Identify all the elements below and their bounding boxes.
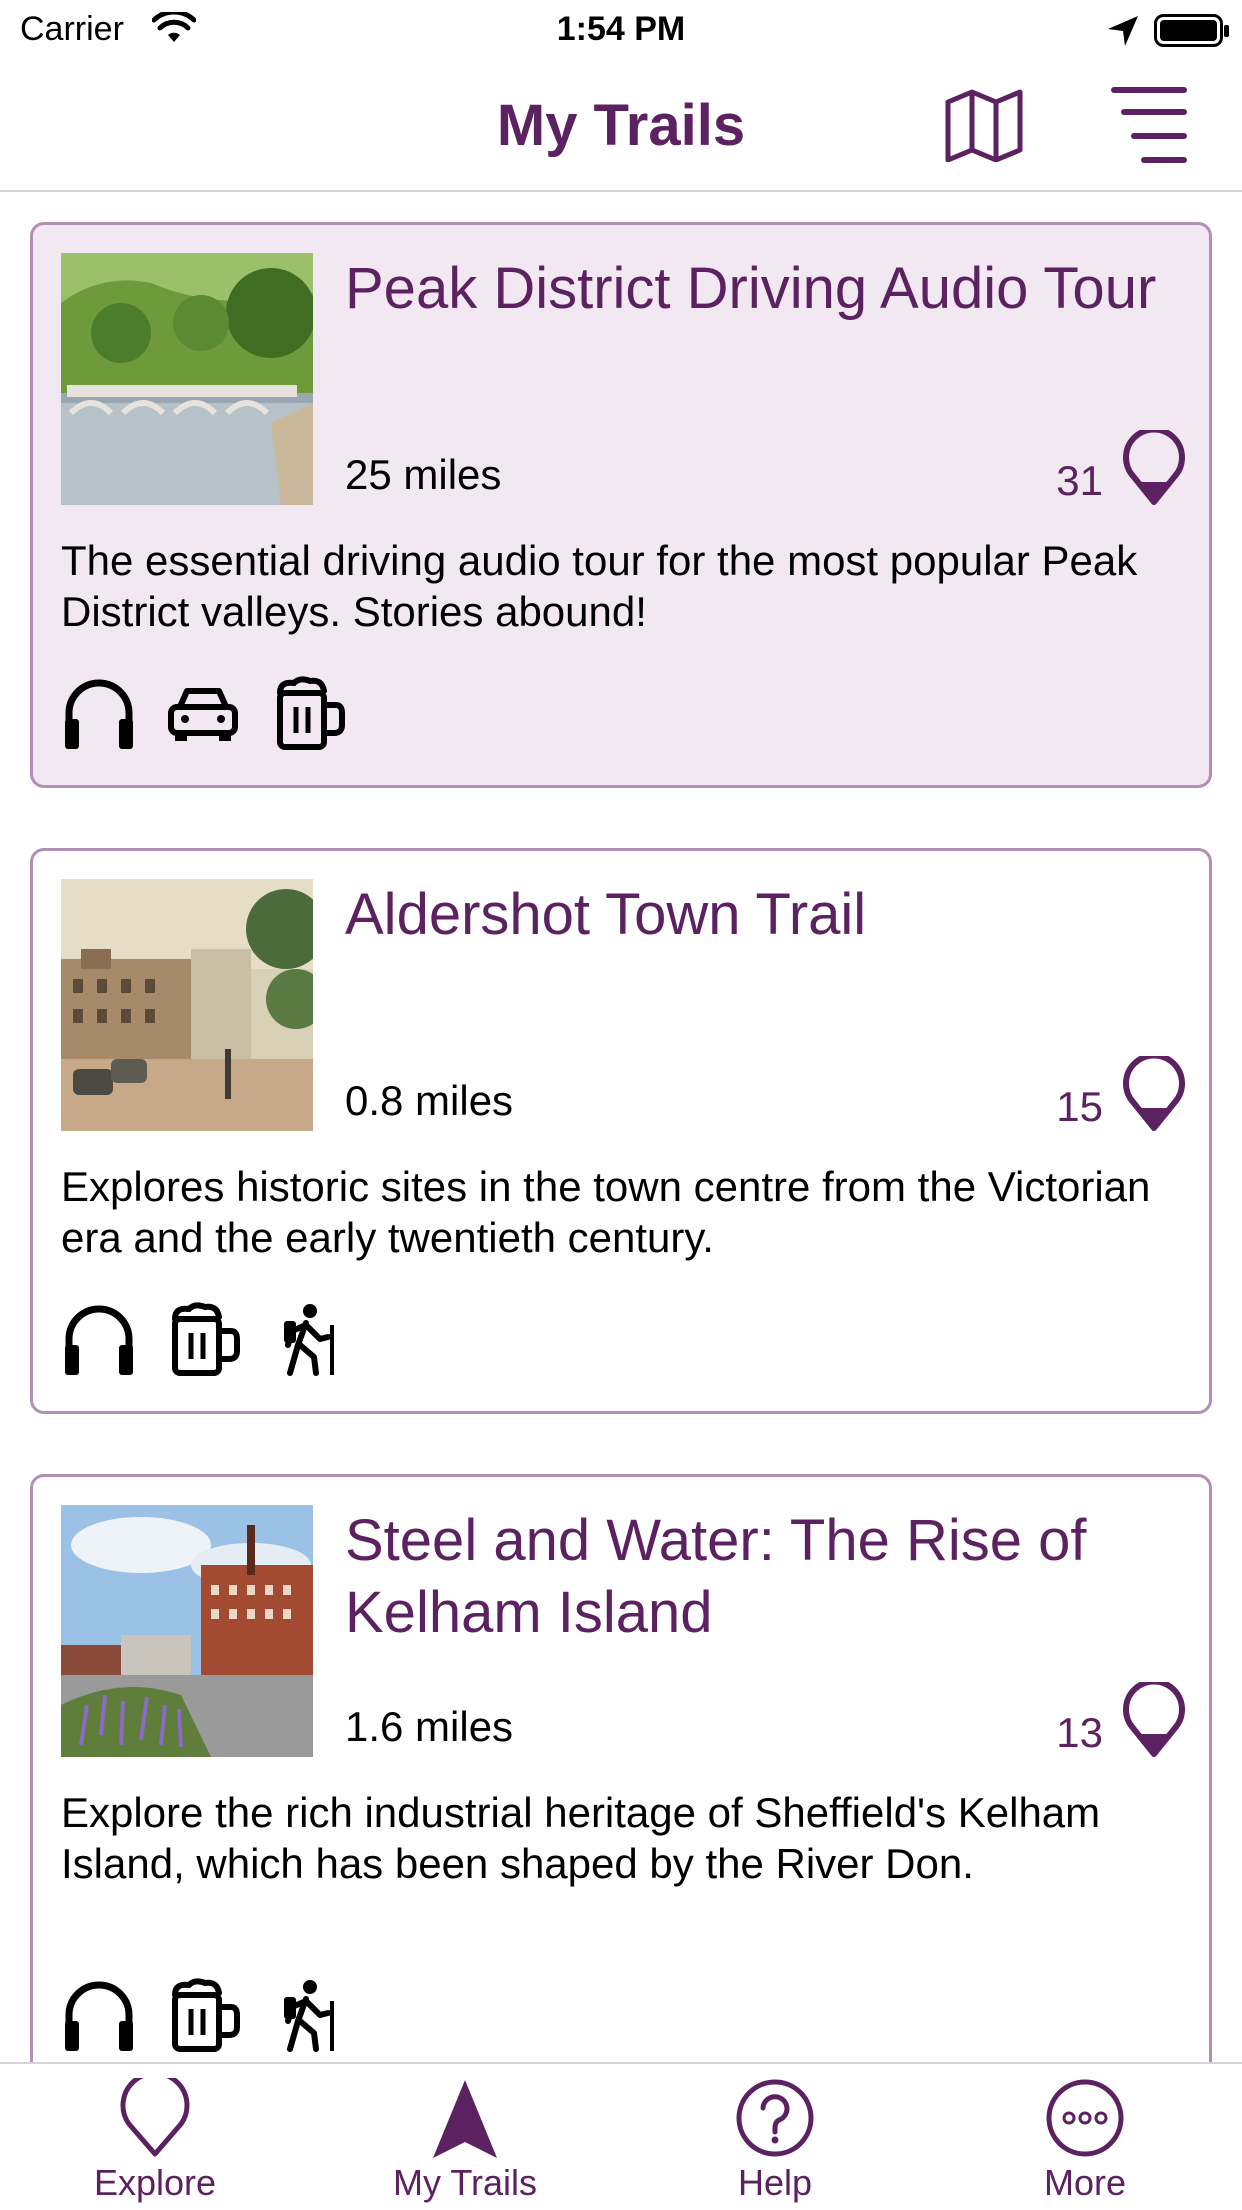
pin-outline-icon <box>120 2078 190 2157</box>
car-icon <box>165 675 241 751</box>
tab-my-trails[interactable]: My Trails <box>310 2064 620 2210</box>
trail-description: The essential driving audio tour for the… <box>61 537 1138 635</box>
trail-features <box>61 1301 370 1381</box>
trail-features <box>61 1977 370 2057</box>
hiker-icon <box>270 1977 346 2053</box>
tab-help[interactable]: Help <box>620 2064 930 2210</box>
trail-features <box>61 675 370 755</box>
headphones-icon <box>61 675 137 751</box>
location-arrow-icon <box>1106 14 1140 57</box>
trail-card[interactable]: Peak District Driving Audio Tour 25 mile… <box>30 222 1212 788</box>
headphones-icon <box>61 1977 137 2053</box>
map-pin-icon <box>1123 1052 1185 1132</box>
trail-thumbnail <box>61 253 313 505</box>
trail-card[interactable]: Aldershot Town Trail 0.8 miles 15 Explor… <box>30 848 1212 1414</box>
navigation-arrow-icon <box>433 2080 497 2158</box>
beer-mug-icon <box>165 1977 241 2053</box>
tab-more-label: More <box>1043 2162 1127 2203</box>
tab-explore-label: Explore <box>93 2162 217 2203</box>
clock: 1:54 PM <box>556 10 686 48</box>
tab-my-trails-label: My Trails <box>393 2162 537 2203</box>
trail-thumbnail <box>61 1505 313 1757</box>
ellipsis-circle-icon <box>1046 2079 1124 2157</box>
trail-description: Explore the rich industrial heritage of … <box>61 1789 1101 1887</box>
headphones-icon <box>61 1301 137 1377</box>
trail-stop-count: 13 <box>1056 1709 1103 1756</box>
question-circle-icon <box>736 2079 814 2157</box>
map-pin-icon <box>1123 1678 1185 1758</box>
beer-mug-icon <box>270 675 346 751</box>
beer-mug-icon <box>165 1301 241 1377</box>
trail-distance: 0.8 miles <box>345 1077 514 1124</box>
trail-name: Steel and Water: The Rise of Kelham Isla… <box>345 1508 1087 1645</box>
trail-card[interactable]: Steel and Water: The Rise of Kelham Isla… <box>30 1474 1212 2062</box>
trail-thumbnail <box>61 879 313 1131</box>
tab-bar: Explore My Trails Help More <box>0 2062 1242 2208</box>
trail-list[interactable]: Peak District Driving Audio Tour 25 mile… <box>0 192 1242 2062</box>
trail-name: Peak District Driving Audio Tour <box>345 256 1157 321</box>
map-pin-icon <box>1123 426 1185 506</box>
navigation-bar: My Trails <box>0 62 1242 192</box>
trail-stop-count: 31 <box>1056 457 1103 504</box>
trail-description: Explores historic sites in the town cent… <box>61 1163 1151 1261</box>
tab-explore[interactable]: Explore <box>0 2064 310 2210</box>
trail-distance: 25 miles <box>345 451 502 498</box>
tab-more[interactable]: More <box>930 2064 1240 2210</box>
hiker-icon <box>270 1301 346 1377</box>
tab-help-label: Help <box>737 2162 813 2203</box>
filter-menu-icon[interactable] <box>1110 84 1190 166</box>
map-icon[interactable] <box>944 88 1024 163</box>
trail-stop-count: 15 <box>1056 1083 1103 1130</box>
battery-icon <box>1154 14 1230 57</box>
status-bar: Carrier 1:54 PM <box>0 0 1242 62</box>
trail-distance: 1.6 miles <box>345 1703 514 1750</box>
page-title: My Trails <box>496 93 746 158</box>
trail-name: Aldershot Town Trail <box>345 882 867 947</box>
